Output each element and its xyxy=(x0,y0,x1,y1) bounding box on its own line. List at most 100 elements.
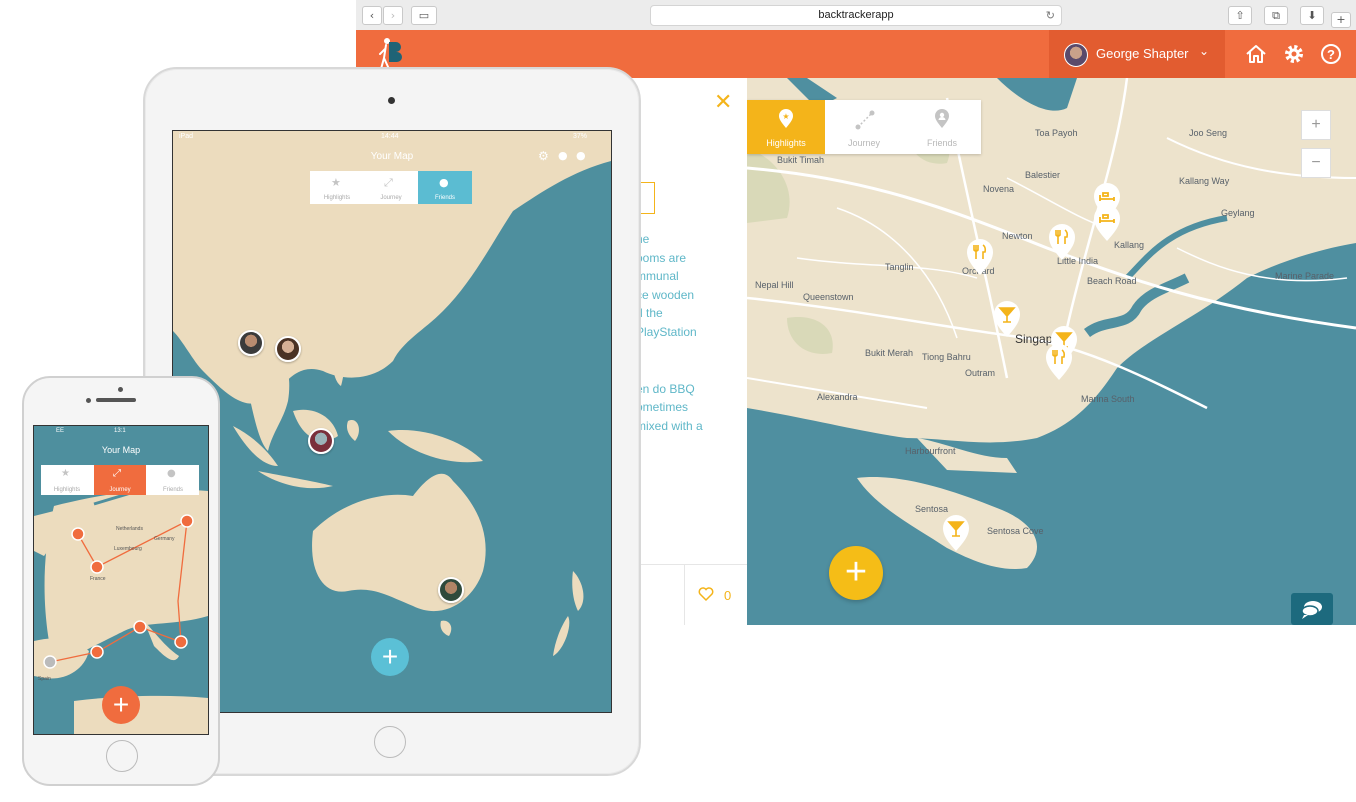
map-label: Queenstown xyxy=(803,292,854,302)
chat-icon[interactable]: ● xyxy=(576,149,586,162)
ipad-world-map xyxy=(173,131,611,656)
camera-icon xyxy=(388,97,395,104)
tab-label: Journey xyxy=(380,195,402,201)
map-label: Alexandra xyxy=(817,392,858,402)
zoom-in-button[interactable]: + xyxy=(1301,110,1331,140)
share-button[interactable]: ⇧ xyxy=(1228,6,1252,25)
back-button[interactable]: ‹ xyxy=(362,6,382,25)
status-time: 14:44 xyxy=(381,133,399,140)
friend-avatar-pin[interactable] xyxy=(275,336,301,362)
restaurant-pin-icon[interactable] xyxy=(1044,343,1074,381)
ipad-map-tabs: ★ Highlights ⤢ Journey ● Friends xyxy=(310,171,472,204)
map-label: Marine Parade xyxy=(1275,271,1335,281)
url-text: backtrackerapp xyxy=(818,9,894,21)
add-button[interactable]: + xyxy=(371,638,409,676)
friend-avatar-pin[interactable] xyxy=(238,330,264,356)
map-label: Joo Seng xyxy=(1189,128,1228,138)
close-icon[interactable]: ✕ xyxy=(714,90,732,115)
carrier-label: EE xyxy=(56,428,65,434)
reload-icon[interactable]: ↻ xyxy=(1046,6,1055,25)
camera-icon xyxy=(86,398,91,403)
description-line: ooms are xyxy=(636,251,687,265)
map-label: Outram xyxy=(965,368,996,378)
tab-journey[interactable]: Journey xyxy=(825,100,903,154)
friend-avatar-pin[interactable] xyxy=(438,577,464,603)
map-label: Bukit Merah xyxy=(865,348,914,358)
restaurant-pin-icon[interactable] xyxy=(965,238,995,276)
restaurant-pin-icon[interactable] xyxy=(1047,223,1077,261)
home-button[interactable] xyxy=(374,726,406,758)
description-line: ometimes xyxy=(636,400,689,414)
map-label: Balestier xyxy=(1025,170,1061,180)
description-line: ce wooden xyxy=(636,288,695,302)
gear-icon[interactable]: ⚙ xyxy=(538,149,549,163)
person-pin-icon: ● xyxy=(167,468,176,479)
tab-highlights[interactable]: ★ Highlights xyxy=(747,100,825,154)
add-button[interactable]: + xyxy=(102,686,140,724)
svg-text:?: ? xyxy=(1327,47,1335,62)
tab-highlights[interactable]: ★ Highlights xyxy=(41,465,93,495)
person-pin-icon: ● xyxy=(439,176,449,189)
map-label: Newton xyxy=(1002,231,1033,241)
chat-button[interactable] xyxy=(1291,593,1333,625)
iphone-device: EE 13:1 Your Map ★ Highlights ⤢ Journey ● F… xyxy=(22,376,220,786)
bar-pin-icon[interactable] xyxy=(941,514,971,552)
screen-title: Your Map xyxy=(101,445,141,455)
user-menu[interactable]: George Shapter ⌄ xyxy=(1049,30,1225,78)
zoom-out-button[interactable]: − xyxy=(1301,148,1331,178)
gear-icon[interactable] xyxy=(1282,42,1306,66)
map-label: Nepal Hill xyxy=(755,280,794,290)
map-label: Spain xyxy=(38,676,51,682)
tab-label: Journey xyxy=(109,487,131,493)
tab-friends[interactable]: ● Friends xyxy=(418,171,472,204)
home-button[interactable] xyxy=(106,740,138,772)
star-pin-icon: ★ xyxy=(331,176,341,189)
tab-journey[interactable]: ⤢ Journey xyxy=(94,465,146,495)
map-tabs: ★ Highlights Journey Friends xyxy=(747,100,981,154)
new-tab-button[interactable]: + xyxy=(1331,12,1351,28)
tab-label: Friends xyxy=(434,195,455,201)
tab-highlights[interactable]: ★ Highlights xyxy=(310,171,364,204)
route-icon: ⤢ xyxy=(384,176,393,189)
status-bar: iPad 14:44 37% xyxy=(173,131,611,143)
tab-friends[interactable]: Friends xyxy=(903,100,981,154)
url-bar[interactable]: backtrackerapp ↻ xyxy=(650,5,1062,26)
bar-pin-icon[interactable] xyxy=(992,300,1022,338)
tab-label: Journey xyxy=(847,138,881,148)
browser-toolbar: ‹ › ▭ backtrackerapp ↻ ⇧ ⧉ ⬇ + xyxy=(356,0,1356,31)
tabs-overview-button[interactable]: ⧉ xyxy=(1264,6,1288,25)
avatar xyxy=(1064,43,1088,67)
svg-text:★: ★ xyxy=(782,112,789,121)
carrier-label: iPad xyxy=(179,133,194,140)
tab-journey[interactable]: ⤢ Journey xyxy=(364,171,418,204)
tab-label: Highlights xyxy=(53,487,81,493)
tab-friends[interactable]: ● Friends xyxy=(147,465,199,495)
chevron-down-icon: ⌄ xyxy=(1199,44,1210,58)
friend-avatar-pin[interactable] xyxy=(308,428,334,454)
ipad-screen: iPad 14:44 37% Your Map ⚙ ● ● ★ Highlight… xyxy=(172,130,612,713)
downloads-button[interactable]: ⬇ xyxy=(1300,6,1324,25)
sidebar-toggle-button[interactable]: ▭ xyxy=(411,6,437,25)
help-icon[interactable]: ? xyxy=(1319,42,1343,66)
map-view[interactable]: ★ Highlights Journey Friends + − Toa Pay… xyxy=(747,78,1356,625)
map-label: Sentosa xyxy=(915,504,949,514)
tab-label: Friends xyxy=(926,138,957,148)
heart-icon[interactable] xyxy=(698,586,714,602)
person-icon[interactable]: ● xyxy=(558,149,568,162)
home-icon[interactable] xyxy=(1244,42,1268,66)
battery-level: 37% xyxy=(573,133,588,140)
hotel-pin-icon[interactable] xyxy=(1092,204,1122,242)
status-bar: EE 13:1 xyxy=(34,426,208,436)
add-highlight-button[interactable]: + xyxy=(829,546,883,600)
sensor-icon xyxy=(118,387,123,392)
description-line: PlayStation xyxy=(636,325,697,339)
map-label: France xyxy=(90,576,106,582)
map-label: Luxembourg xyxy=(114,546,142,552)
map-label: Sentosa Cove xyxy=(987,526,1044,536)
map-label: Toa Payoh xyxy=(1035,128,1078,138)
map-label: Netherlands xyxy=(116,526,143,532)
map-label: Kallang Way xyxy=(1179,176,1230,186)
ipad-toolbar-icons: ⚙ ● ● xyxy=(538,149,598,163)
forward-button[interactable]: › xyxy=(383,6,403,25)
status-time: 13:1 xyxy=(114,428,126,434)
